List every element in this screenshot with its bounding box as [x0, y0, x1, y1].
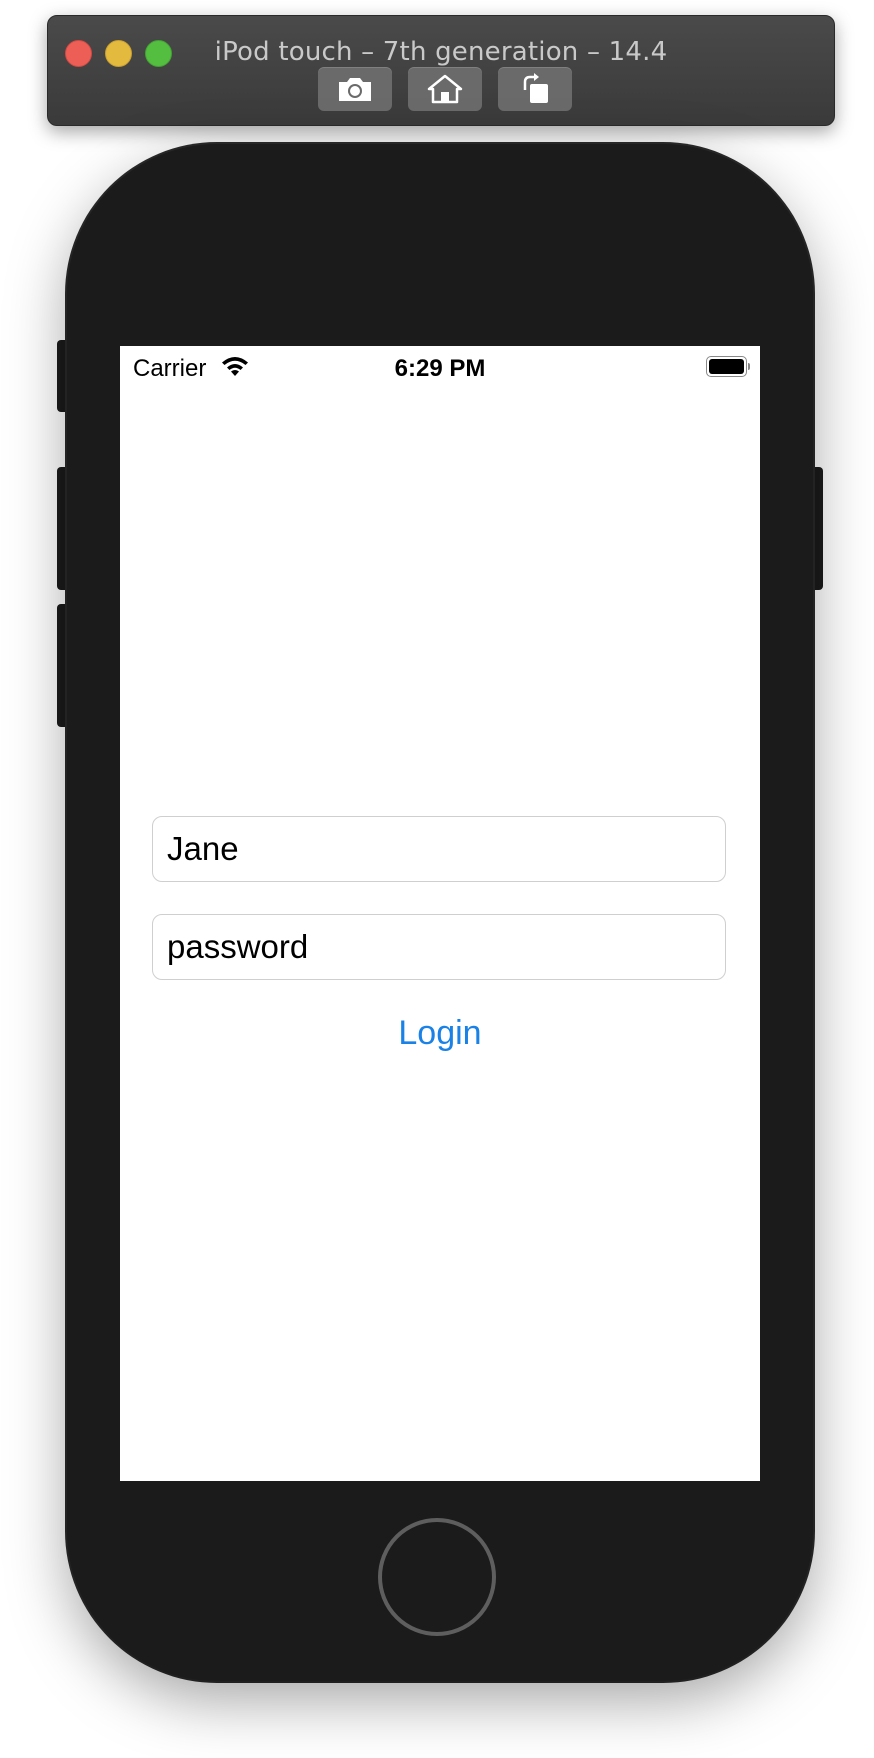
status-bar: Carrier 6:29 PM [120, 346, 760, 388]
window-title: iPod touch – 7th generation – 14.4 [214, 37, 668, 67]
screenshot-button[interactable] [318, 67, 392, 111]
camera-icon [339, 78, 371, 101]
password-field[interactable] [152, 914, 726, 980]
home-icon [427, 74, 463, 104]
rotate-button[interactable] [498, 67, 572, 111]
status-time: 6:29 PM [394, 355, 486, 382]
rotate-icon [523, 73, 548, 103]
home-toolbar-button[interactable] [408, 67, 482, 111]
login-button[interactable]: Login [120, 1010, 760, 1056]
simulator-stage: iPod touch – 7th generation – 14.4 Carri… [0, 0, 874, 1758]
simulator-title-bar: iPod touch – 7th generation – 14.4 [47, 15, 835, 126]
username-field[interactable] [152, 816, 726, 882]
device-screen: Carrier 6:29 PM Login [120, 346, 760, 1481]
home-button[interactable] [378, 1518, 496, 1636]
battery-icon [706, 356, 750, 377]
